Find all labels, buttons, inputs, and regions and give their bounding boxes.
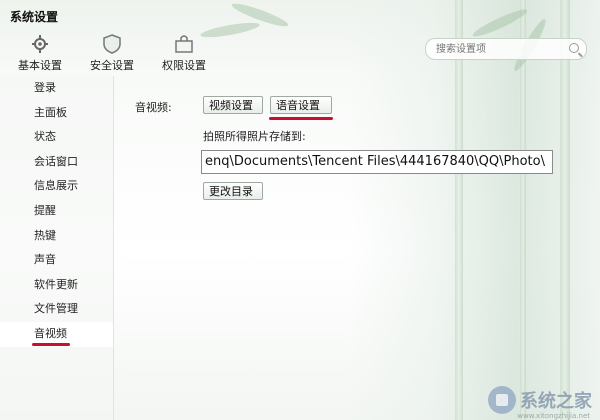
sidebar-item-file-management[interactable]: 文件管理 xyxy=(0,297,113,322)
shield-icon xyxy=(101,34,123,54)
watermark-url: www.xitongzhijia.net xyxy=(517,412,590,420)
tab-security-settings[interactable]: 安全设置 xyxy=(82,34,142,73)
sidebar-item-chat-window[interactable]: 会话窗口 xyxy=(0,150,113,175)
video-settings-button[interactable]: 视频设置 xyxy=(203,96,263,114)
search-box[interactable] xyxy=(425,38,587,60)
voice-settings-button[interactable]: 语音设置 xyxy=(270,96,332,114)
sidebar-item-main-panel[interactable]: 主面板 xyxy=(0,101,113,126)
sidebar-item-login[interactable]: 登录 xyxy=(0,76,113,101)
watermark-logo-icon xyxy=(488,386,516,414)
sidebar-item-software-update[interactable]: 软件更新 xyxy=(0,273,113,298)
sidebar-item-sound[interactable]: 声音 xyxy=(0,248,113,273)
highlight-underline xyxy=(269,117,333,120)
watermark-text: 系统之家 xyxy=(520,391,592,412)
settings-header: 系统设置 基本设置 安全设置 权限设置 xyxy=(0,0,600,76)
tab-basic-settings[interactable]: 基本设置 xyxy=(10,34,70,73)
sidebar-item-reminders[interactable]: 提醒 xyxy=(0,199,113,224)
search-icon[interactable] xyxy=(569,43,579,53)
settings-content: 音视频: 视频设置 语音设置 拍照所得照片存储到: enq\Documents\… xyxy=(113,76,600,420)
tab-label: 安全设置 xyxy=(90,59,134,72)
photo-path-field[interactable]: enq\Documents\Tencent Files\444167840\QQ… xyxy=(201,150,553,174)
tab-label: 基本设置 xyxy=(18,59,62,72)
sidebar-item-info-display[interactable]: 信息展示 xyxy=(0,174,113,199)
photo-storage-label: 拍照所得照片存储到: xyxy=(203,130,306,143)
section-label-audio-video: 音视频: xyxy=(135,101,172,114)
gear-icon xyxy=(29,34,51,54)
sidebar-item-audio-video[interactable]: 音视频 xyxy=(0,321,113,347)
tab-permission-settings[interactable]: 权限设置 xyxy=(154,34,214,73)
sidebar-item-status[interactable]: 状态 xyxy=(0,125,113,150)
change-directory-button[interactable]: 更改目录 xyxy=(203,182,263,200)
search-input[interactable] xyxy=(434,39,568,59)
settings-sidebar: 登录 主面板 状态 会话窗口 信息展示 提醒 热键 声音 软件更新 文件管理 音… xyxy=(0,76,114,420)
window-title: 系统设置 xyxy=(10,10,59,24)
watermark: 系统之家 xyxy=(488,386,592,414)
tab-label: 权限设置 xyxy=(162,59,206,72)
lock-folder-icon xyxy=(173,34,195,54)
sidebar-item-hotkeys[interactable]: 热键 xyxy=(0,224,113,249)
